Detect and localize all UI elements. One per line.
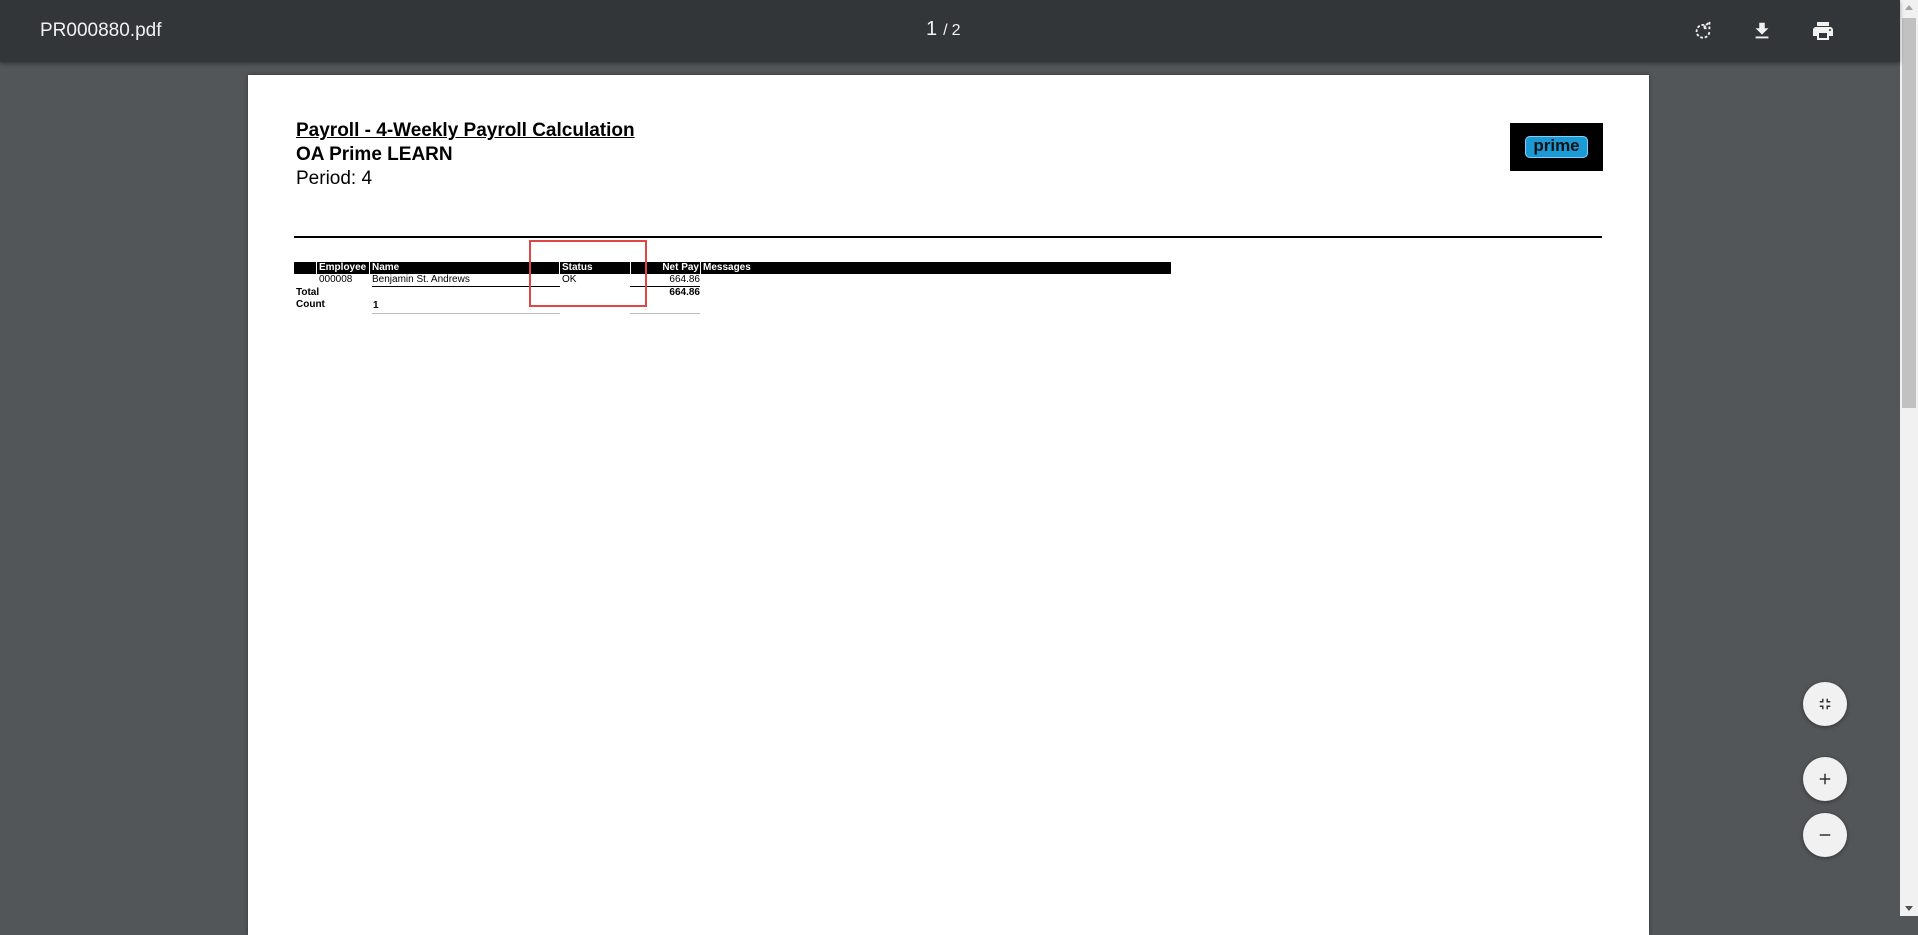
- count-value: 1: [373, 300, 379, 311]
- minus-icon: [1819, 834, 1831, 836]
- scroll-up-arrow-icon[interactable]: [1905, 5, 1913, 10]
- report-title: Payroll - 4-Weekly Payroll Calculation: [296, 120, 635, 141]
- count-underline: [630, 313, 700, 314]
- count-label: Count: [296, 299, 325, 310]
- print-icon: [1813, 22, 1833, 40]
- count-underline: [372, 313, 560, 314]
- print-button[interactable]: [1806, 14, 1840, 48]
- rotate-icon: [1695, 20, 1711, 39]
- page-indicator: 1 /2: [926, 18, 960, 41]
- download-icon: [1755, 22, 1769, 39]
- file-name: PR000880.pdf: [40, 20, 162, 41]
- total-label: Total: [296, 287, 320, 298]
- viewer-toolbar: PR000880.pdf 1 /2: [0, 0, 1900, 62]
- zoom-in-button[interactable]: [1803, 757, 1847, 801]
- scroll-thumb[interactable]: [1902, 18, 1916, 408]
- col-messages: Messages: [703, 262, 751, 273]
- employee-id: 000008: [319, 274, 353, 285]
- company-name: OA Prime LEARN: [296, 144, 453, 165]
- page-separator: /: [943, 22, 948, 39]
- col-employee: Employee: [319, 262, 367, 273]
- header-separator: [369, 262, 370, 274]
- header-divider: [294, 236, 1602, 238]
- status-highlight-box: [529, 240, 647, 307]
- total-pages: 2: [951, 22, 961, 39]
- header-separator: [700, 262, 701, 274]
- plus-icon: [1819, 773, 1831, 785]
- download-button[interactable]: [1745, 14, 1779, 48]
- pdf-page: Payroll - 4-Weekly Payroll Calculation O…: [248, 75, 1649, 935]
- rotate-button[interactable]: [1686, 14, 1720, 48]
- employee-name: Benjamin St. Andrews: [372, 274, 470, 285]
- period-label: Period: 4: [296, 168, 373, 189]
- company-logo: prime: [1510, 123, 1603, 171]
- fit-to-page-icon: [1819, 698, 1831, 710]
- fit-to-page-button[interactable]: [1803, 682, 1847, 726]
- table-header: Employee Name Status Net Pay Messages: [294, 262, 1171, 274]
- zoom-out-button[interactable]: [1803, 813, 1847, 857]
- col-name: Name: [372, 262, 400, 273]
- current-page-number[interactable]: 1: [926, 18, 937, 40]
- scroll-down-arrow-icon[interactable]: [1905, 906, 1913, 911]
- header-separator: [316, 262, 317, 274]
- logo-text: prime: [1525, 136, 1588, 158]
- vertical-scrollbar[interactable]: [1900, 0, 1918, 916]
